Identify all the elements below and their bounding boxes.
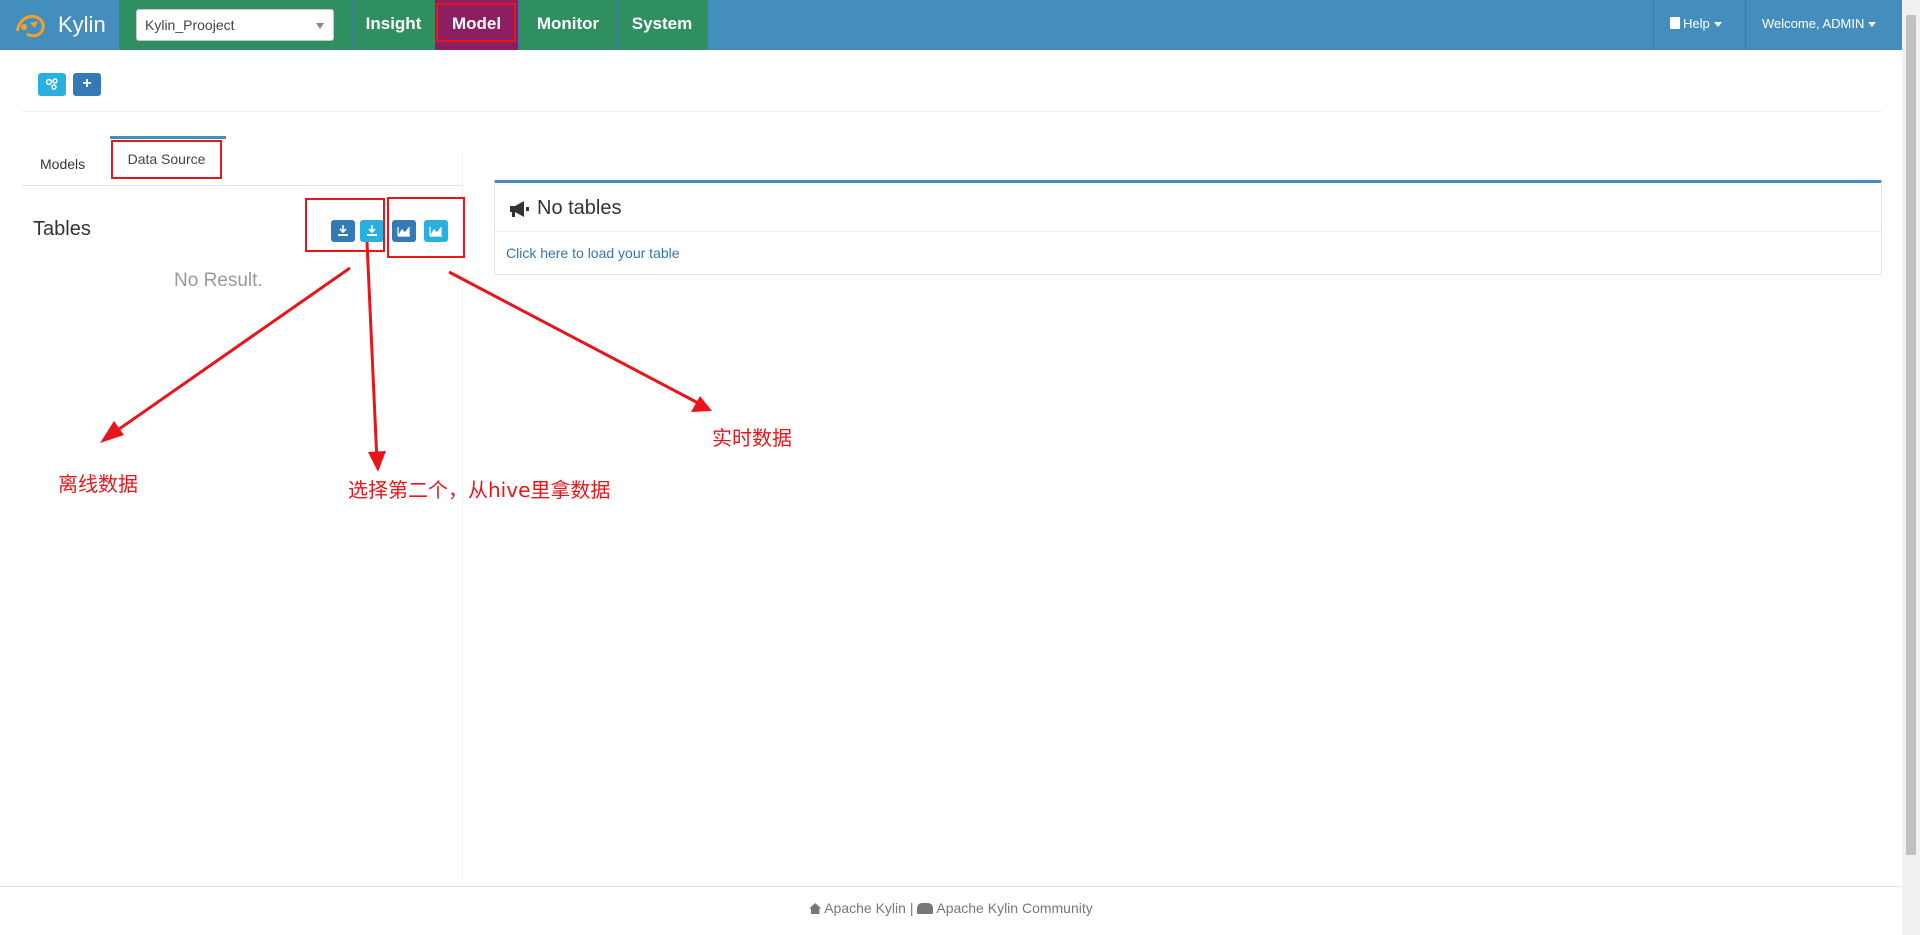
help-menu[interactable]: Help xyxy=(1670,0,1722,50)
annotation-offline-label: 离线数据 xyxy=(58,472,138,496)
project-select-value: Kylin_Prooject xyxy=(145,17,235,33)
caret-down-icon xyxy=(1868,22,1877,28)
book-icon xyxy=(1670,17,1680,29)
empty-tables-message: No Result. xyxy=(174,270,263,291)
tables-heading: Tables xyxy=(33,218,91,240)
tabs-divider xyxy=(22,185,462,186)
sitemap-icon xyxy=(45,78,58,90)
arrow-offline-head xyxy=(100,421,124,443)
help-label: Help xyxy=(1683,16,1710,31)
toolbar-divider xyxy=(22,111,1882,112)
brand-name: Kylin xyxy=(58,12,106,37)
footer-kylin-link[interactable]: Apache Kylin xyxy=(824,900,906,916)
plus-icon: + xyxy=(82,75,92,92)
footer-community-link[interactable]: Apache Kylin Community xyxy=(936,900,1092,916)
kylin-logo-icon xyxy=(15,15,45,38)
top-navbar: Kylin Kylin_Prooject Insight Model Monit… xyxy=(0,0,1902,50)
arrow-realtime-head xyxy=(691,396,712,412)
annotation-box-streaming-buttons xyxy=(387,197,465,258)
footer-divider xyxy=(0,886,1902,887)
annotation-box-load-buttons xyxy=(305,198,385,252)
chevron-down-icon xyxy=(316,23,324,29)
nav-item-system[interactable]: System xyxy=(617,0,707,50)
brand[interactable]: Kylin xyxy=(14,0,106,50)
nav-item-insight[interactable]: Insight xyxy=(352,0,435,50)
panel-divider xyxy=(495,231,1881,232)
project-select[interactable]: Kylin_Prooject xyxy=(136,9,334,41)
model-actions-button[interactable] xyxy=(38,73,66,96)
caret-down-icon xyxy=(1713,22,1722,28)
load-table-link[interactable]: Click here to load your table xyxy=(506,245,680,261)
arrow-offline xyxy=(111,266,351,436)
scrollbar-thumb[interactable] xyxy=(1906,15,1916,855)
users-icon xyxy=(917,903,934,914)
arrow-hive-head xyxy=(368,451,386,472)
annotation-realtime-label: 实时数据 xyxy=(712,426,792,450)
annotation-box-model xyxy=(436,3,516,42)
active-tab-indicator xyxy=(110,136,226,139)
vertical-scrollbar[interactable] xyxy=(1902,0,1920,935)
megaphone-icon xyxy=(510,201,529,217)
arrow-hive xyxy=(365,241,379,463)
annotation-hive-label: 选择第二个，从hive里拿数据 xyxy=(348,478,611,502)
nav-divider xyxy=(1745,0,1746,50)
user-menu[interactable]: Welcome, ADMIN xyxy=(1762,0,1877,50)
arrow-realtime xyxy=(448,270,701,406)
annotation-arrows xyxy=(100,241,712,472)
nav-divider xyxy=(1653,0,1654,50)
nav-divider xyxy=(518,0,519,50)
no-tables-panel: No tables Click here to load your table xyxy=(494,180,1882,275)
nav-item-monitor[interactable]: Monitor xyxy=(520,0,616,50)
home-icon xyxy=(809,903,822,914)
panel-title: No tables xyxy=(537,197,622,219)
footer-separator: | xyxy=(909,900,914,916)
add-button[interactable]: + xyxy=(73,73,101,96)
page: Kylin Kylin_Prooject Insight Model Monit… xyxy=(0,0,1920,935)
tab-data-source[interactable]: Data Source xyxy=(111,140,222,179)
tab-models[interactable]: Models xyxy=(26,150,99,178)
footer: Apache Kylin | Apache Kylin Community xyxy=(0,900,1902,916)
column-divider xyxy=(462,150,463,880)
welcome-label: Welcome, ADMIN xyxy=(1762,16,1865,31)
